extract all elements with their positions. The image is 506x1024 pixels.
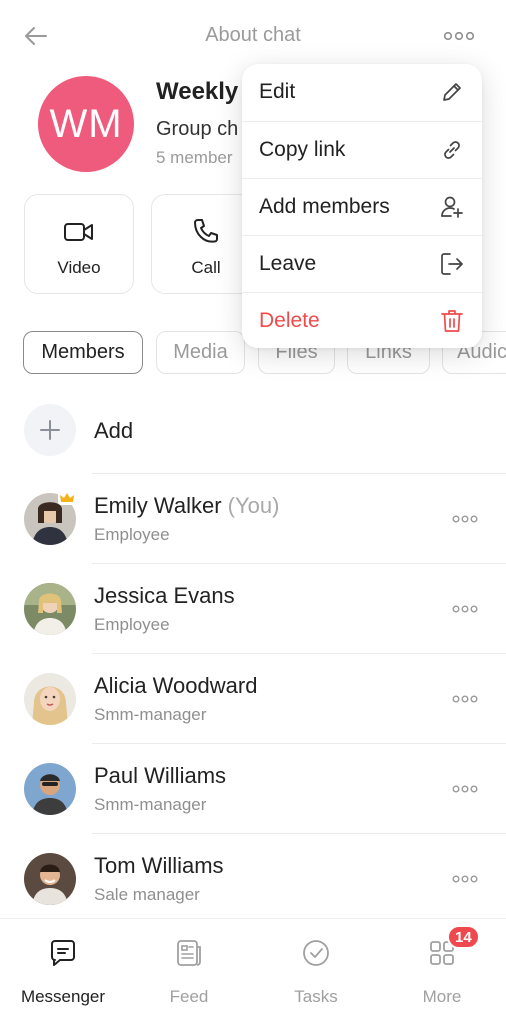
- nav-label: Tasks: [294, 987, 338, 1006]
- menu-item-leave[interactable]: Leave: [242, 236, 482, 293]
- member-role: Employee: [94, 525, 170, 544]
- member-role: Employee: [94, 615, 170, 634]
- video-icon: [25, 217, 133, 247]
- chat-icon: [8, 935, 118, 971]
- add-member-row[interactable]: Add: [0, 400, 506, 462]
- nav-more[interactable]: 14 More: [387, 925, 497, 1013]
- nav-feed[interactable]: Feed: [134, 933, 244, 1013]
- link-icon: [438, 136, 466, 164]
- nav-label: Feed: [169, 987, 209, 1006]
- member-row[interactable]: Emily Walker (You) Employee: [0, 475, 506, 565]
- options-menu: Edit Copy link Add members Leave Delete: [242, 64, 482, 348]
- menu-item-copy-link[interactable]: Copy link: [242, 122, 482, 179]
- add-user-icon: [438, 193, 466, 221]
- chat-type: Group ch: [156, 118, 239, 140]
- nav-messenger[interactable]: Messenger: [8, 933, 118, 1013]
- chat-name: Weekly: [156, 78, 239, 105]
- chat-member-count: 5 member: [156, 148, 233, 167]
- tab-media[interactable]: Media: [156, 331, 245, 374]
- nav-tasks[interactable]: Tasks: [261, 933, 371, 1013]
- bottom-nav: Messenger Feed Tasks 14 More: [0, 918, 506, 1024]
- check-circle-icon: [261, 935, 371, 971]
- member-more-icon[interactable]: [450, 601, 480, 617]
- member-role: Sale manager: [94, 885, 200, 904]
- add-label: Add: [94, 418, 134, 443]
- divider: [92, 473, 506, 474]
- member-name: Emily Walker (You): [94, 493, 280, 518]
- avatar: [24, 763, 76, 815]
- member-row[interactable]: Jessica Evans Employee: [0, 565, 506, 655]
- member-more-icon[interactable]: [450, 691, 480, 707]
- divider: [92, 653, 506, 654]
- more-options-icon[interactable]: [444, 26, 474, 46]
- member-row[interactable]: Tom Williams Sale manager: [0, 835, 506, 925]
- pencil-icon: [438, 78, 466, 106]
- header: About chat: [0, 0, 506, 70]
- menu-item-delete[interactable]: Delete: [242, 293, 482, 348]
- member-role: Smm-manager: [94, 705, 207, 724]
- notification-badge: 14: [447, 925, 480, 949]
- grid-icon: [387, 935, 497, 971]
- video-button[interactable]: Video: [24, 194, 134, 294]
- divider: [92, 563, 506, 564]
- member-more-icon[interactable]: [450, 511, 480, 527]
- video-label: Video: [57, 258, 101, 277]
- menu-item-add-members[interactable]: Add members: [242, 179, 482, 236]
- member-name: Alicia Woodward: [94, 673, 258, 698]
- nav-label: More: [422, 987, 462, 1006]
- plus-icon: [24, 404, 76, 456]
- menu-item-label: Edit: [259, 80, 296, 103]
- menu-item-edit[interactable]: Edit: [242, 64, 482, 121]
- avatar: [24, 583, 76, 635]
- menu-item-label: Copy link: [259, 138, 346, 161]
- member-role: Smm-manager: [94, 795, 207, 814]
- member-name: Paul Williams: [94, 763, 227, 788]
- member-row[interactable]: Alicia Woodward Smm-manager: [0, 655, 506, 745]
- divider: [92, 743, 506, 744]
- divider: [92, 833, 506, 834]
- menu-item-label: Add members: [259, 195, 390, 218]
- trash-icon: [438, 307, 466, 335]
- menu-item-label: Delete: [259, 309, 320, 332]
- nav-label: Messenger: [20, 987, 106, 1006]
- member-row[interactable]: Paul Williams Smm-manager: [0, 745, 506, 835]
- tab-members[interactable]: Members: [23, 331, 143, 374]
- member-name: Tom Williams: [94, 853, 224, 878]
- crown-icon: [58, 491, 76, 505]
- feed-icon: [134, 935, 244, 971]
- chat-avatar[interactable]: WM: [38, 76, 134, 172]
- member-more-icon[interactable]: [450, 871, 480, 887]
- menu-item-label: Leave: [259, 252, 317, 275]
- logout-icon: [438, 250, 466, 278]
- member-more-icon[interactable]: [450, 781, 480, 797]
- you-label: (You): [227, 493, 280, 518]
- avatar: [24, 853, 76, 905]
- member-name: Jessica Evans: [94, 583, 235, 608]
- avatar: [24, 673, 76, 725]
- page-title: About chat: [205, 24, 301, 46]
